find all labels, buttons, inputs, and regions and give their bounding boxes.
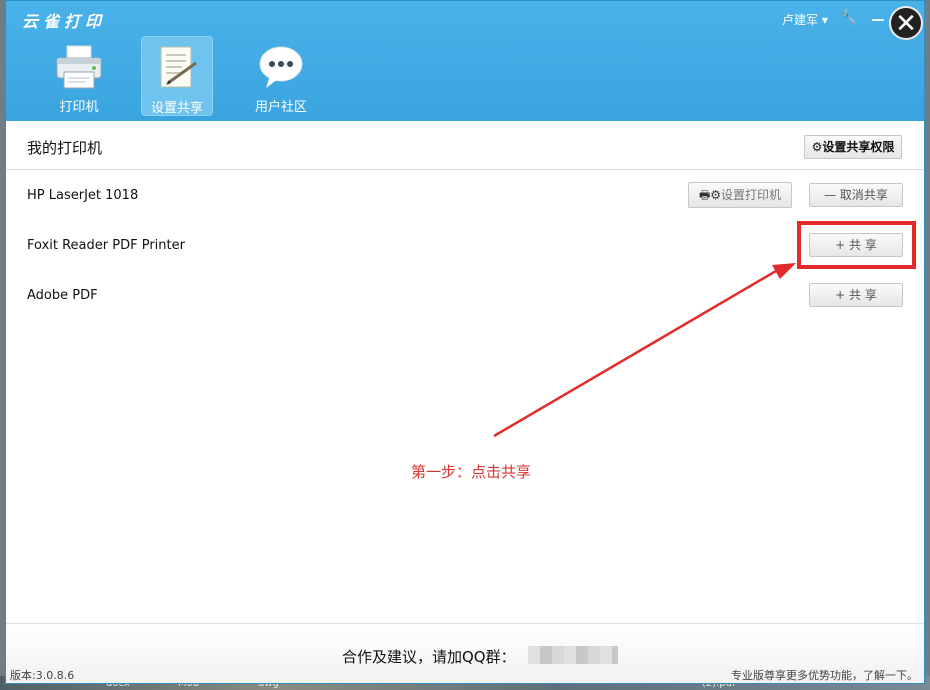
printer-name: Adobe PDF [27, 288, 98, 303]
printer-setup-label: 设置打印机 [721, 188, 782, 202]
annotation-highlight-box [797, 221, 916, 269]
settings-wrench-icon[interactable]: 🔧 [840, 10, 857, 26]
qq-group-text: 合作及建议，请加QQ群： [342, 648, 516, 666]
document-pen-icon [160, 46, 197, 88]
printer-name: Foxit Reader PDF Printer [27, 238, 185, 253]
redacted-qq-number [528, 646, 618, 664]
minimize-icon[interactable] [872, 19, 884, 21]
share-permissions-label: 设置共享权限 [822, 140, 895, 154]
printer-icon [56, 45, 102, 89]
footer: 合作及建议，请加QQ群： 版本:3.0.8.6 专业版尊享更多优势功能，了解一下… [6, 624, 924, 683]
annotation-text: 第一步：点击共享 [411, 463, 532, 481]
user-menu[interactable]: 卢建军 ▾ [782, 11, 828, 28]
printer-gear-icon: 🖶⚙ [698, 188, 722, 202]
section-title: 我的打印机 [27, 139, 103, 157]
nav-share-settings-label: 设置共享 [150, 101, 203, 116]
nav-share-settings[interactable]: 设置共享 [141, 36, 213, 116]
nav-printers[interactable]: 打印机 [43, 36, 115, 116]
share-permissions-button[interactable]: ⚙设置共享权限 [804, 135, 902, 159]
nav-community-label: 用户社区 [254, 100, 307, 115]
printer-name: HP LaserJet 1018 [27, 188, 139, 203]
cancel-share-button[interactable]: — 取消共享 [809, 183, 903, 207]
gear-icon: ⚙ [811, 140, 823, 154]
nav-printers-label: 打印机 [59, 100, 99, 115]
pro-promo-link[interactable]: 专业版尊享更多优势功能，了解一下。 [731, 667, 918, 683]
app-window: 云雀打印 卢建军 ▾ 🔧 ✕ 打印机 设置共享 用户社区 我的打印机 ⚙设置共享… [5, 0, 925, 684]
header-bar: 云雀打印 卢建军 ▾ 🔧 ✕ 打印机 设置共享 用户社区 [6, 1, 924, 121]
chat-bubble-icon [259, 46, 303, 88]
version-label: 版本:3.0.8.6 [10, 669, 75, 682]
printer-setup-button[interactable]: 🖶⚙设置打印机 [688, 182, 792, 208]
app-logo: 云雀打印 [22, 12, 107, 31]
share-button[interactable]: + 共 享 [809, 283, 903, 307]
nav-community[interactable]: 用户社区 [245, 36, 317, 116]
close-button[interactable]: ✕ [889, 6, 923, 40]
my-printers-bar: 我的打印机 ⚙设置共享权限 [6, 123, 924, 170]
